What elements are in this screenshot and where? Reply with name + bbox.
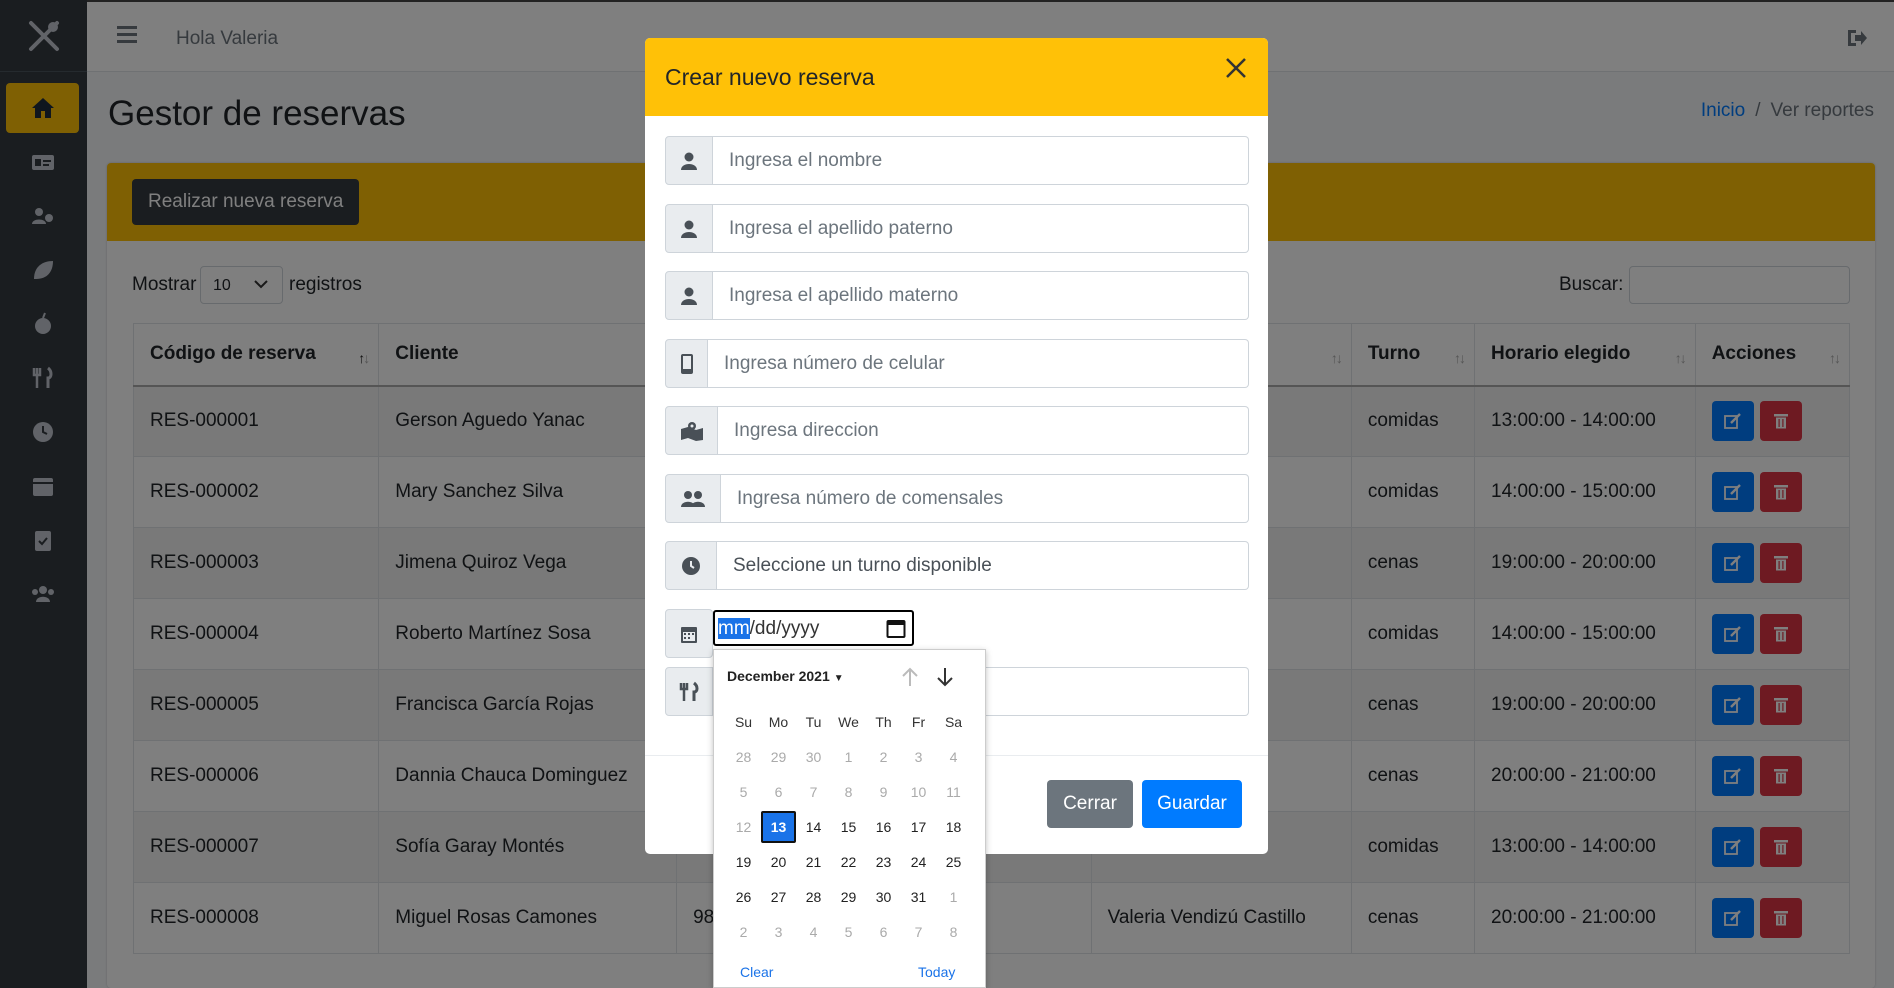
user-icon: [665, 204, 713, 253]
modal-title: Crear nuevo reserva: [665, 64, 875, 90]
day-cell[interactable]: 26: [726, 881, 761, 913]
day-cell[interactable]: 1: [936, 881, 971, 913]
weekday-label: Su: [734, 713, 753, 730]
day-cell[interactable]: 27: [761, 881, 796, 913]
day-cell[interactable]: 6: [761, 776, 796, 808]
fecha-field: [665, 609, 713, 658]
users-icon: [665, 474, 721, 523]
weekday-label: We: [838, 713, 859, 730]
caret-down-icon: ▼: [833, 673, 844, 684]
paterno-input[interactable]: Ingresa el apellido paterno: [713, 204, 1249, 253]
day-cell[interactable]: 3: [761, 916, 796, 948]
user-icon: [665, 271, 713, 320]
day-cell[interactable]: 6: [866, 916, 901, 948]
day-cell[interactable]: 30: [796, 741, 831, 773]
day-cell[interactable]: 31: [901, 881, 936, 913]
date-rest-segment: /dd/yyyy: [749, 618, 820, 639]
day-cell[interactable]: 25: [936, 846, 971, 878]
direccion-input[interactable]: Ingresa direccion: [718, 406, 1249, 455]
weekday-header-row: Su Mo Tu We Th Fr Sa: [726, 704, 976, 739]
cerrar-button[interactable]: Cerrar: [1047, 780, 1133, 828]
picker-day-grid: Su Mo Tu We Th Fr Sa 28 29 30 1 2 3 4 5 6 7 8 9 10 11 12 13 14 1…: [726, 704, 976, 949]
mobile-icon: [665, 339, 708, 388]
day-cell[interactable]: 7: [901, 916, 936, 948]
guardar-button[interactable]: Guardar: [1142, 780, 1242, 828]
day-cell[interactable]: 1: [831, 741, 866, 773]
date-picker-popup: December 2021 ▼ Su Mo Tu We Th Fr Sa 28 29 30 1 2 3 4 5…: [713, 649, 986, 988]
day-cell[interactable]: 14: [796, 811, 831, 843]
day-cell[interactable]: 5: [726, 776, 761, 808]
weekday-label: Mo: [768, 713, 789, 730]
picker-clear-button[interactable]: Clear: [740, 964, 773, 980]
utensils-icon: [665, 667, 713, 716]
materno-field: Ingresa el apellido materno: [665, 271, 1249, 320]
day-cell[interactable]: 18: [936, 811, 971, 843]
day-cell[interactable]: 30: [866, 881, 901, 913]
day-cell[interactable]: 21: [796, 846, 831, 878]
day-cell[interactable]: 29: [761, 741, 796, 773]
day-cell[interactable]: 7: [796, 776, 831, 808]
day-cell[interactable]: 9: [866, 776, 901, 808]
week-row: 2345678: [726, 914, 976, 949]
day-cell[interactable]: 15: [831, 811, 866, 843]
day-cell[interactable]: 19: [726, 846, 761, 878]
comensales-field: Ingresa número de comensales: [665, 474, 1249, 523]
celular-input[interactable]: Ingresa número de celular: [708, 339, 1249, 388]
calendar-picker-icon[interactable]: [886, 618, 906, 638]
week-row: 5 6 7 8 9 10 11: [726, 774, 976, 809]
picker-month-label: December 2021: [727, 668, 830, 684]
arrow-down-icon[interactable]: [935, 666, 955, 688]
nombre-field: Ingresa el nombre: [665, 136, 1249, 185]
day-cell[interactable]: 2: [726, 916, 761, 948]
map-marked-icon: [665, 406, 718, 455]
day-cell[interactable]: 13: [761, 810, 796, 843]
day-cell[interactable]: 28: [726, 741, 761, 773]
paterno-field: Ingresa el apellido paterno: [665, 204, 1249, 253]
weekday-label: Sa: [944, 713, 963, 730]
day-cell[interactable]: 3: [901, 741, 936, 773]
date-input[interactable]: mm/dd/yyyy: [713, 610, 914, 646]
day-cell[interactable]: 23: [866, 846, 901, 878]
nombre-input[interactable]: Ingresa el nombre: [713, 136, 1249, 185]
celular-field: Ingresa número de celular: [665, 339, 1249, 388]
weekday-label: Th: [875, 713, 892, 730]
day-cell[interactable]: 8: [831, 776, 866, 808]
weekday-label: Fr: [911, 713, 926, 730]
week-row: 26 27 28 29 30 31 1: [726, 879, 976, 914]
arrow-up-icon[interactable]: [900, 666, 920, 688]
day-cell[interactable]: 11: [936, 776, 971, 808]
comensales-input[interactable]: Ingresa número de comensales: [721, 474, 1249, 523]
day-cell[interactable]: 22: [831, 846, 866, 878]
calendar-icon: [665, 609, 713, 658]
day-cell[interactable]: 12: [726, 811, 761, 843]
day-cell[interactable]: 4: [936, 741, 971, 773]
clock-icon: [665, 541, 717, 590]
direccion-field: Ingresa direccion: [665, 406, 1249, 455]
turno-select[interactable]: Seleccione un turno disponible: [717, 541, 1249, 590]
day-cell[interactable]: 28: [796, 881, 831, 913]
week-row: 28 29 30 1 2 3 4: [726, 739, 976, 774]
week-row: 12 13 14 15 16 17 18: [726, 809, 976, 844]
weekday-label: Tu: [805, 713, 822, 730]
day-cell[interactable]: 24: [901, 846, 936, 878]
day-cell[interactable]: 20: [761, 846, 796, 878]
close-icon[interactable]: [1222, 54, 1250, 82]
week-row: 19 20 21 22 23 24 25: [726, 844, 976, 879]
materno-input[interactable]: Ingresa el apellido materno: [713, 271, 1249, 320]
day-cell[interactable]: 17: [901, 811, 936, 843]
day-cell[interactable]: 8: [936, 916, 971, 948]
date-month-segment: mm: [718, 618, 750, 639]
picker-today-button[interactable]: Today: [918, 964, 955, 980]
modal-header: Crear nuevo reserva: [645, 38, 1268, 116]
day-cell[interactable]: 2: [866, 741, 901, 773]
user-icon: [665, 136, 713, 185]
day-cell[interactable]: 16: [866, 811, 901, 843]
picker-month-selector[interactable]: December 2021 ▼: [727, 668, 844, 684]
turno-field: Seleccione un turno disponible: [665, 541, 1249, 590]
day-cell[interactable]: 10: [901, 776, 936, 808]
day-cell[interactable]: 29: [831, 881, 866, 913]
day-cell[interactable]: 4: [796, 916, 831, 948]
day-cell[interactable]: 5: [831, 916, 866, 948]
